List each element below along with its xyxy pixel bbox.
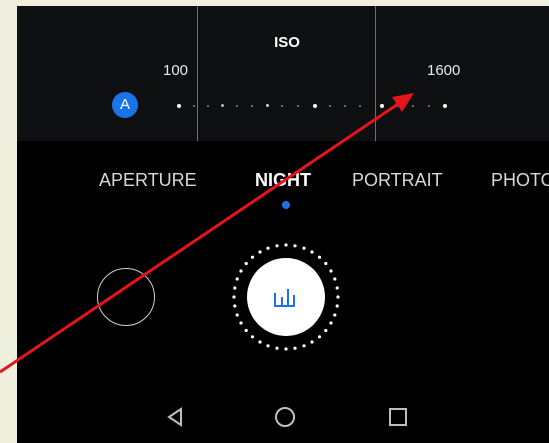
camera-mode-selector: APERTURE NIGHT PORTRAIT PHOTO — [17, 170, 549, 194]
iso-auto-button[interactable]: A — [112, 92, 138, 118]
shutter-button[interactable] — [247, 258, 325, 336]
iso-slider-tick — [344, 105, 346, 107]
iso-slider-tick — [251, 105, 253, 107]
iso-slider-tick — [207, 105, 209, 107]
active-mode-indicator — [282, 201, 290, 209]
iso-slider-tick — [221, 104, 224, 107]
iso-panel: ISO 100 1600 A — [17, 6, 549, 141]
iso-slider-tick — [359, 105, 361, 107]
iso-slider-tick — [412, 105, 414, 107]
iso-title: ISO — [274, 34, 300, 51]
mode-aperture[interactable]: APERTURE — [99, 170, 197, 191]
mode-portrait[interactable]: PORTRAIT — [352, 170, 443, 191]
recents-square-icon[interactable] — [387, 401, 409, 431]
iso-slider-tick — [396, 105, 398, 107]
iso-slider-tick — [281, 105, 283, 107]
iso-tick-label-1600: 1600 — [427, 62, 461, 79]
system-nav-bar — [17, 401, 549, 443]
iso-slider-tick — [443, 104, 447, 108]
iso-divider-right — [375, 6, 376, 141]
camera-screen: ISO 100 1600 A APERTURE NIGHT PORTRAIT P… — [17, 6, 549, 443]
iso-slider-tick — [177, 104, 181, 108]
back-triangle-icon[interactable] — [163, 401, 185, 431]
iso-slider-tick — [193, 105, 195, 107]
iso-slider-tick — [329, 105, 331, 107]
night-bars-icon — [274, 289, 295, 307]
gallery-thumbnail[interactable] — [97, 268, 155, 326]
home-circle-icon[interactable] — [272, 401, 298, 431]
iso-tick-label-100: 100 — [163, 62, 189, 79]
iso-slider-tick — [380, 104, 384, 108]
mode-photo[interactable]: PHOTO — [491, 170, 549, 191]
iso-slider-tick — [266, 104, 269, 107]
iso-slider-tick — [428, 105, 430, 107]
iso-slider-tick — [236, 105, 238, 107]
iso-divider-left — [197, 6, 198, 141]
mode-night[interactable]: NIGHT — [255, 170, 311, 191]
iso-slider-tick — [297, 105, 299, 107]
iso-slider-tick — [313, 104, 317, 108]
